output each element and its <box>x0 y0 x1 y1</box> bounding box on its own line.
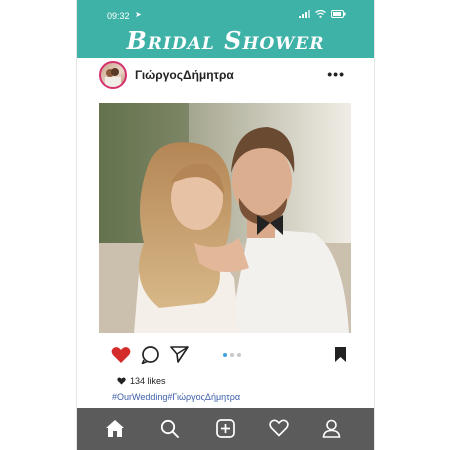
home-icon[interactable] <box>105 419 125 438</box>
comment-icon[interactable] <box>141 346 160 364</box>
header-bar: 09:32 ➤ Bridal Shower <box>77 0 374 58</box>
post-header: ΓιώργοςΔήμητρα ••• <box>99 61 359 91</box>
likes-count[interactable]: 134 likes <box>117 376 166 386</box>
profile-icon[interactable] <box>322 419 341 438</box>
small-heart-icon <box>117 377 126 385</box>
heart-icon[interactable] <box>111 346 131 364</box>
bottom-nav-bar <box>77 408 374 450</box>
couple-photo <box>99 103 351 333</box>
search-icon[interactable] <box>160 419 179 438</box>
status-icons <box>299 10 346 18</box>
carousel-dot <box>230 353 234 357</box>
post-photo <box>99 103 351 333</box>
wifi-icon <box>315 10 326 18</box>
carousel-dot <box>237 353 241 357</box>
header-title: Bridal Shower <box>126 26 325 55</box>
status-time: 09:32 <box>107 11 130 21</box>
activity-icon[interactable] <box>269 419 289 437</box>
bookmark-icon[interactable] <box>334 346 347 363</box>
hashtags[interactable]: #OurWedding#ΓιώργοςΔήμητρα <box>112 392 240 402</box>
carousel-dot <box>223 353 227 357</box>
carousel-indicator <box>223 353 241 357</box>
avatar[interactable] <box>99 61 127 89</box>
post-actions <box>111 346 351 366</box>
battery-icon <box>331 10 346 18</box>
username[interactable]: ΓιώργοςΔήμητρα <box>135 68 234 82</box>
signal-icon <box>299 10 310 18</box>
avatar-image <box>105 68 121 87</box>
location-arrow-icon: ➤ <box>135 10 142 19</box>
likes-label: 134 likes <box>130 376 166 386</box>
photo-booth-frame: 09:32 ➤ Bridal Shower ΓιώργοςΔήμητρα •••… <box>77 0 374 450</box>
more-options-icon[interactable]: ••• <box>327 66 345 82</box>
share-icon[interactable] <box>170 346 189 363</box>
add-post-icon[interactable] <box>216 419 235 438</box>
